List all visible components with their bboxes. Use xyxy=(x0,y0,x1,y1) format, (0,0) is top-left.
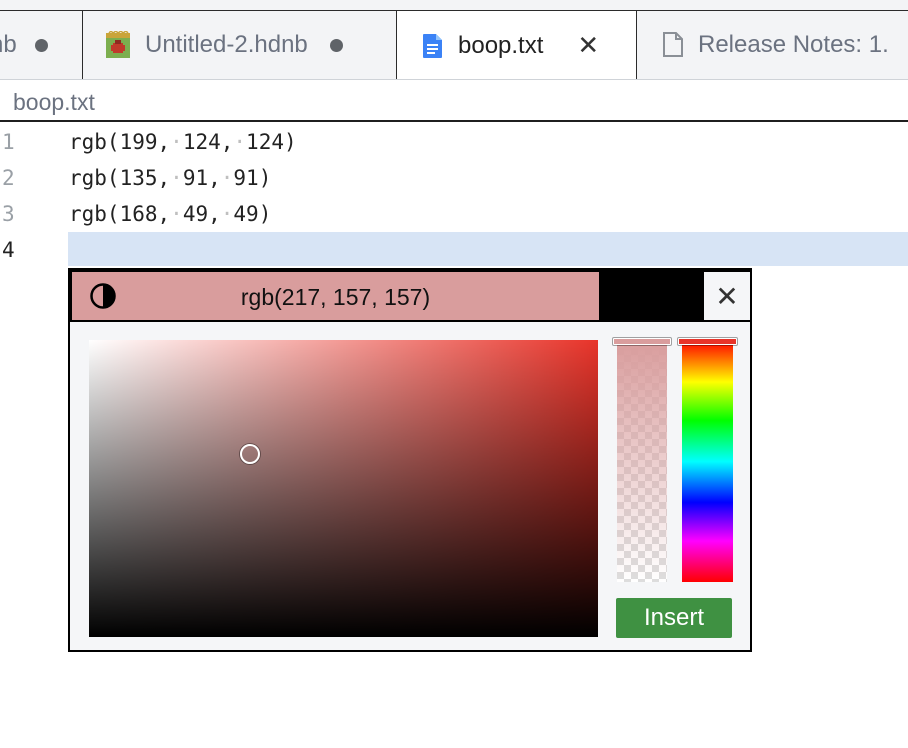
tab-label: Untitled-2.hdnb xyxy=(145,31,308,58)
current-line-highlight xyxy=(68,232,908,266)
editor-line[interactable]: 1 rgb(199,·124,·124) xyxy=(0,124,908,160)
tab-release-notes[interactable]: Release Notes: 1. xyxy=(636,10,908,79)
color-value-label: rgb(217, 157, 157) xyxy=(240,284,431,310)
document-icon xyxy=(662,32,684,58)
line-number: 1 xyxy=(2,130,15,154)
hue-slider[interactable] xyxy=(678,338,737,582)
text-file-icon xyxy=(422,33,444,59)
line-code: rgb(135,·91,·91) xyxy=(69,166,272,190)
color-picker: rgb(217, 157, 157) ✕ Insert xyxy=(68,268,752,652)
line-code: rgb(168,·49,·49) xyxy=(69,202,272,226)
tab-label: Release Notes: 1. xyxy=(698,31,889,58)
tab-label: nb xyxy=(0,31,17,58)
close-icon: ✕ xyxy=(715,280,739,312)
color-picker-header: rgb(217, 157, 157) ✕ xyxy=(70,270,750,322)
modified-dot-icon[interactable] xyxy=(329,38,343,52)
tab-untitled-2[interactable]: Untitled-2.hdnb xyxy=(82,10,397,79)
line-number: 3 xyxy=(2,202,15,226)
tab-label: boop.txt xyxy=(458,31,544,59)
insert-button[interactable]: Insert xyxy=(616,598,732,638)
saturation-value-panel[interactable] xyxy=(89,340,598,637)
editor-line-current[interactable]: 4 xyxy=(0,232,908,268)
line-number: 2 xyxy=(2,166,15,190)
close-tab-icon[interactable]: ✕ xyxy=(577,30,599,61)
tab-boop-txt[interactable]: boop.txt ✕ xyxy=(396,10,637,79)
hue-slider-handle[interactable] xyxy=(678,338,737,345)
opacity-slider-handle[interactable] xyxy=(613,338,671,345)
notebook-app-icon xyxy=(105,29,131,59)
breadcrumb[interactable]: boop.txt xyxy=(0,80,908,122)
tab-bar: nb Untitled-2.hdnb boop xyxy=(0,0,908,80)
line-code: rgb(199,·124,·124) xyxy=(69,130,297,154)
saturation-cursor-handle[interactable] xyxy=(240,444,260,464)
opacity-slider[interactable] xyxy=(613,338,671,582)
line-number: 4 xyxy=(2,238,15,262)
color-preview[interactable]: rgb(217, 157, 157) xyxy=(72,272,599,320)
editor-line[interactable]: 3 rgb(168,·49,·49) xyxy=(0,196,908,232)
close-picker-button[interactable]: ✕ xyxy=(704,272,750,320)
modified-dot-icon[interactable] xyxy=(34,38,48,52)
editor-line[interactable]: 2 rgb(135,·91,·91) xyxy=(0,160,908,196)
tab-notebook[interactable]: nb xyxy=(0,10,83,79)
